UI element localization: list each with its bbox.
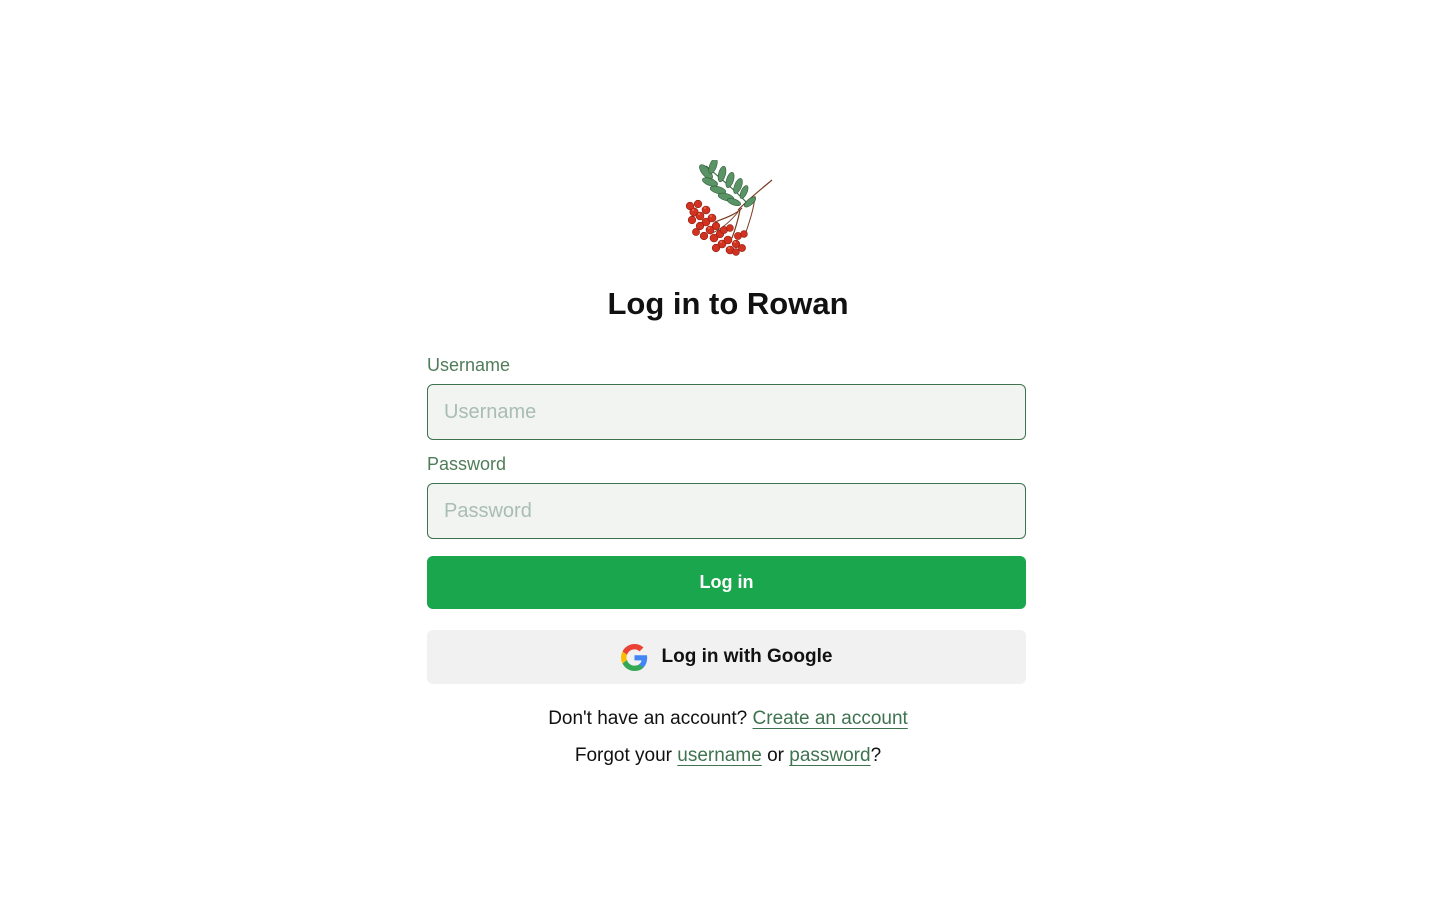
rowan-berries-icon: [680, 158, 780, 260]
username-input[interactable]: [427, 384, 1026, 440]
signup-prompt: Don't have an account? Create an account: [0, 707, 1456, 731]
forgot-prompt: Forgot your username or password?: [0, 744, 1456, 768]
google-icon: [620, 643, 648, 671]
login-button[interactable]: Log in: [427, 556, 1026, 609]
no-account-text: Don't have an account?: [548, 708, 748, 729]
forgot-password-link[interactable]: password: [789, 745, 870, 766]
create-account-link[interactable]: Create an account: [753, 708, 908, 729]
password-input[interactable]: [427, 483, 1026, 539]
username-label: Username: [427, 355, 511, 375]
login-page: Log in to Rowan Username Password Log in…: [0, 0, 1456, 909]
forgot-suffix-text: ?: [870, 745, 882, 766]
forgot-username-link[interactable]: username: [677, 745, 762, 766]
forgot-or-text: or: [767, 745, 784, 766]
password-label: Password: [427, 454, 507, 474]
google-login-button[interactable]: Log in with Google: [427, 630, 1026, 684]
google-button-label: Log in with Google: [661, 646, 833, 667]
forgot-prefix-text: Forgot your: [574, 745, 672, 766]
page-title: Log in to Rowan: [607, 286, 849, 321]
